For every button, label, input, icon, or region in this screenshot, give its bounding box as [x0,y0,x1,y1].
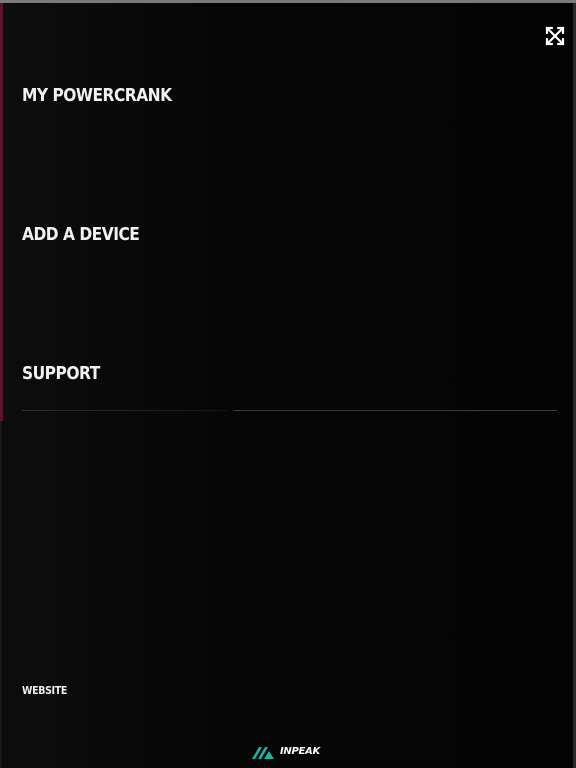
app-frame: MY POWERCRANK ADD A DEVICE SUPPORT WEBSI… [0,0,576,768]
menu-divider-left [22,410,227,411]
menu-item-my-powercrank[interactable]: MY POWERCRANK [22,85,172,106]
navigation-menu-panel [3,3,573,768]
close-icon [545,26,565,46]
brand-name: INPEAK [280,746,320,757]
menu-item-add-a-device[interactable]: ADD A DEVICE [22,224,140,245]
brand-logo: INPEAK [252,745,320,759]
menu-item-support[interactable]: SUPPORT [22,363,100,384]
underlying-view-edge-lower [0,421,2,768]
website-link[interactable]: WEBSITE [22,684,67,697]
inpeak-logo-mark-icon [252,747,274,759]
menu-divider-right [234,410,557,411]
close-menu-button[interactable] [543,24,567,48]
